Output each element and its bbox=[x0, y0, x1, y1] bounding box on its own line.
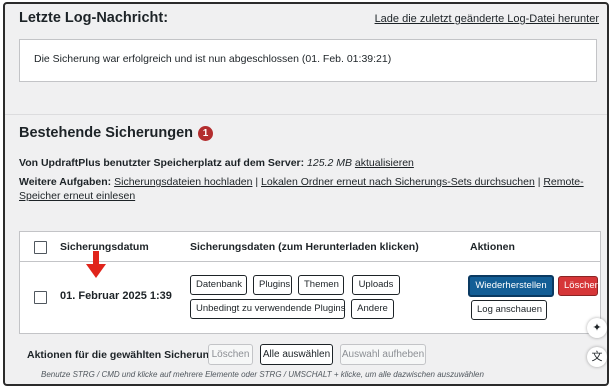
column-header-data: Sicherungsdaten (zum Herunterladen klick… bbox=[190, 241, 419, 253]
delete-backup-button[interactable]: Löschen bbox=[558, 276, 600, 296]
download-database-button[interactable]: Datenbank bbox=[190, 275, 247, 295]
bulk-delete-button[interactable]: Löschen bbox=[208, 344, 253, 365]
column-header-actions: Aktionen bbox=[470, 241, 515, 253]
more-tasks: Weitere Aufgaben: Sicherungsdateien hoch… bbox=[19, 175, 597, 203]
deselect-button[interactable]: Auswahl aufheben bbox=[340, 344, 426, 365]
backup-date: 01. Februar 2025 1:39 bbox=[60, 290, 172, 302]
backup-count-badge: 1 bbox=[198, 126, 214, 141]
storage-refresh-link[interactable]: aktualisieren bbox=[355, 157, 414, 169]
view-log-button[interactable]: Log anschauen bbox=[471, 300, 547, 320]
log-header: Letzte Log-Nachricht: Lade die zuletzt g… bbox=[19, 10, 599, 30]
storage-label: Von UpdraftPlus benutzter Speicherplatz … bbox=[19, 157, 305, 169]
task-separator: | bbox=[252, 176, 262, 188]
existing-backups-heading: Bestehende Sicherungen bbox=[19, 125, 194, 141]
backups-table: Sicherungsdatum Sicherungsdaten (zum Her… bbox=[19, 231, 601, 334]
rescan-local-folder-link[interactable]: Lokalen Ordner erneut nach Sicherungs-Se… bbox=[261, 176, 535, 188]
sparkle-icon[interactable]: ✦ bbox=[587, 318, 607, 338]
storage-usage: Von UpdraftPlus benutzter Speicherplatz … bbox=[19, 157, 414, 169]
select-all-button[interactable]: Alle auswählen bbox=[260, 344, 333, 365]
download-themes-button[interactable]: Themen bbox=[298, 275, 344, 295]
updraftplus-panel: Letzte Log-Nachricht: Lade die zuletzt g… bbox=[3, 2, 609, 386]
log-message: Die Sicherung war erfolgreich und ist nu… bbox=[34, 53, 392, 65]
download-others-button[interactable]: Andere bbox=[351, 299, 394, 319]
row-checkbox[interactable] bbox=[34, 291, 47, 304]
upload-backup-files-link[interactable]: Sicherungsdateien hochladen bbox=[114, 176, 252, 188]
translate-icon[interactable]: 文 bbox=[587, 347, 607, 367]
download-plugins-button[interactable]: Plugins bbox=[253, 275, 292, 295]
tasks-label: Weitere Aufgaben: bbox=[19, 176, 112, 188]
log-message-box: Die Sicherung war erfolgreich und ist nu… bbox=[19, 39, 597, 82]
select-all-checkbox[interactable] bbox=[34, 241, 47, 254]
existing-backups-title: Bestehende Sicherungen 1 bbox=[19, 125, 214, 141]
multi-select-hint: Benutze STRG / CMD und klicke auf mehrer… bbox=[41, 370, 484, 379]
divider bbox=[5, 114, 607, 115]
restore-button[interactable]: Wiederherstellen bbox=[468, 275, 554, 297]
table-header-divider bbox=[20, 261, 600, 262]
storage-value: 125.2 MB bbox=[307, 157, 352, 169]
arrow-down-icon bbox=[86, 251, 106, 278]
download-log-link[interactable]: Lade die zuletzt geänderte Log-Datei her… bbox=[375, 13, 599, 25]
download-mu-plugins-button[interactable]: Unbedingt zu verwendende Plugins bbox=[190, 299, 345, 319]
log-title: Letzte Log-Nachricht: bbox=[19, 10, 169, 26]
bulk-actions-label: Aktionen für die gewählten Sicherungen bbox=[27, 349, 228, 361]
download-uploads-button[interactable]: Uploads bbox=[352, 275, 400, 295]
